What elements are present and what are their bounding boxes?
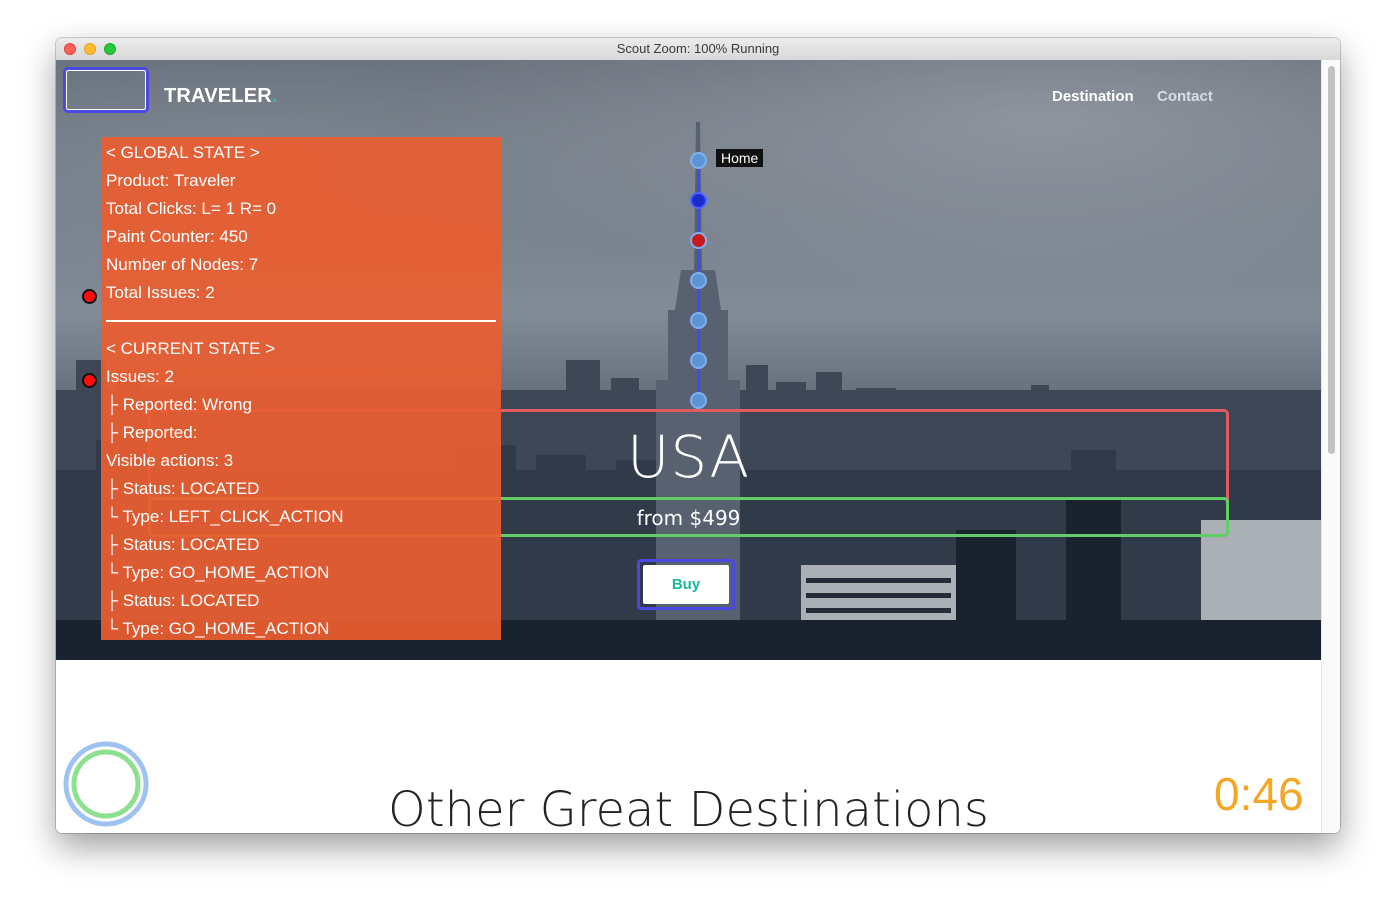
node-count-label: Number of Nodes: 7: [106, 255, 259, 274]
scrollbar-thumb[interactable]: [1328, 66, 1335, 454]
section-title: Other Great Destinations: [388, 782, 989, 833]
window-title: Scout Zoom: 100% Running: [616, 41, 780, 56]
action-type: └ Type: GO_HOME_ACTION: [106, 563, 330, 582]
issues-label: Issues: 2: [106, 367, 175, 386]
product-label: Product: Traveler: [106, 171, 236, 190]
brand-logo[interactable]: TRAVELER.: [164, 85, 278, 108]
current-state-heading: < CURRENT STATE >: [106, 339, 276, 358]
nav-contact-link[interactable]: Contact: [1157, 88, 1213, 105]
total-issues-label: Total Issues: 2: [106, 283, 215, 302]
action-type: └ Type: GO_HOME_ACTION: [106, 619, 330, 638]
visible-actions-label: Visible actions: 3: [106, 451, 234, 470]
reported-issue: ├ Reported:: [106, 423, 198, 442]
hero-section: TRAVELER. Destination Contact Home USA f…: [56, 60, 1321, 660]
scout-state-panel: < GLOBAL STATE > Product: Traveler Total…: [101, 137, 501, 640]
global-state-heading: < GLOBAL STATE >: [106, 143, 260, 162]
brand-dot: .: [271, 85, 278, 107]
action-status: ├ Status: LOCATED: [106, 535, 260, 554]
action-type: └ Type: LEFT_CLICK_ACTION: [106, 507, 344, 526]
state-node-issue[interactable]: [690, 232, 707, 249]
state-node[interactable]: [690, 352, 707, 369]
paint-counter-label: Paint Counter: 450: [106, 227, 248, 246]
nav-destination-link[interactable]: Destination: [1052, 88, 1134, 105]
issue-marker-dot[interactable]: [82, 373, 97, 388]
title-bar: Scout Zoom: 100% Running: [56, 38, 1340, 61]
panel-divider: [106, 320, 496, 322]
web-content: TRAVELER. Destination Contact Home USA f…: [56, 60, 1340, 833]
session-timer: 0:46: [1214, 768, 1304, 820]
logo-placeholder[interactable]: [63, 67, 149, 113]
state-node[interactable]: [690, 392, 707, 409]
buy-button[interactable]: Buy: [637, 559, 735, 610]
state-node-current[interactable]: [690, 192, 707, 209]
state-node-home[interactable]: [690, 152, 707, 169]
issue-marker-dot[interactable]: [82, 289, 97, 304]
reported-issue: ├ Reported: Wrong: [106, 395, 252, 414]
app-window: Scout Zoom: 100% Running TRAVELER. Desti…: [56, 38, 1340, 833]
state-node[interactable]: [690, 272, 707, 289]
action-status: ├ Status: LOCATED: [106, 479, 260, 498]
total-clicks-label: Total Clicks: L= 1 R= 0: [106, 199, 277, 218]
buy-button-label: Buy: [643, 565, 729, 604]
vertical-scrollbar[interactable]: [1321, 60, 1340, 833]
action-status: ├ Status: LOCATED: [106, 591, 260, 610]
home-tooltip: Home: [716, 149, 764, 167]
state-node[interactable]: [690, 312, 707, 329]
